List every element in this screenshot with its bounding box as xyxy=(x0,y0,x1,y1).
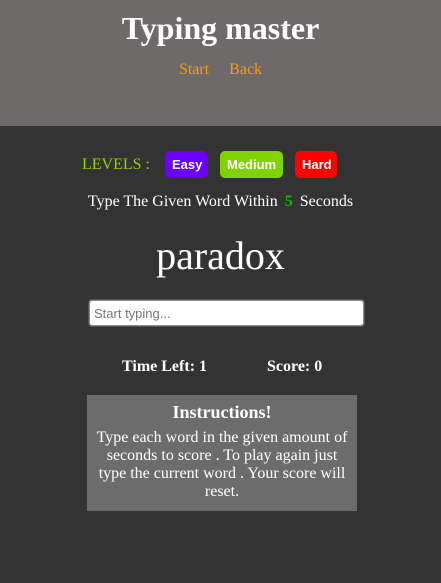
nav-back-link[interactable]: Back xyxy=(229,61,262,78)
instructions-text: Type each word in the given amount of se… xyxy=(96,429,348,500)
level-hard-button[interactable]: Hard xyxy=(295,151,337,178)
current-word: paradox xyxy=(156,233,285,278)
score: Score: 0 xyxy=(267,358,323,375)
time-left: Time Left: 1 xyxy=(122,358,208,375)
instructions-title: Instructions! xyxy=(172,402,272,422)
prompt-after: Seconds xyxy=(299,193,354,210)
nav-bar: Start Back xyxy=(0,60,441,80)
level-medium-button[interactable]: Medium xyxy=(220,151,283,178)
nav-start-link[interactable]: Start xyxy=(179,61,209,78)
game-area: LEVELS : Easy Medium Hard Type The Given… xyxy=(0,126,441,583)
prompt-seconds: 5 xyxy=(284,193,293,210)
time-prompt: Type The Given Word Within 5 Seconds xyxy=(0,192,441,212)
instructions-panel: Instructions! Type each word in the give… xyxy=(87,395,357,511)
prompt-before: Type The Given Word Within xyxy=(87,193,278,210)
levels-label: LEVELS : xyxy=(82,155,150,173)
typing-input[interactable] xyxy=(89,300,364,326)
levels-row: LEVELS : Easy Medium Hard xyxy=(82,151,349,178)
app-title: Typing master xyxy=(121,10,320,46)
header: Typing master Start Back xyxy=(0,0,441,126)
level-easy-button[interactable]: Easy xyxy=(165,151,208,178)
